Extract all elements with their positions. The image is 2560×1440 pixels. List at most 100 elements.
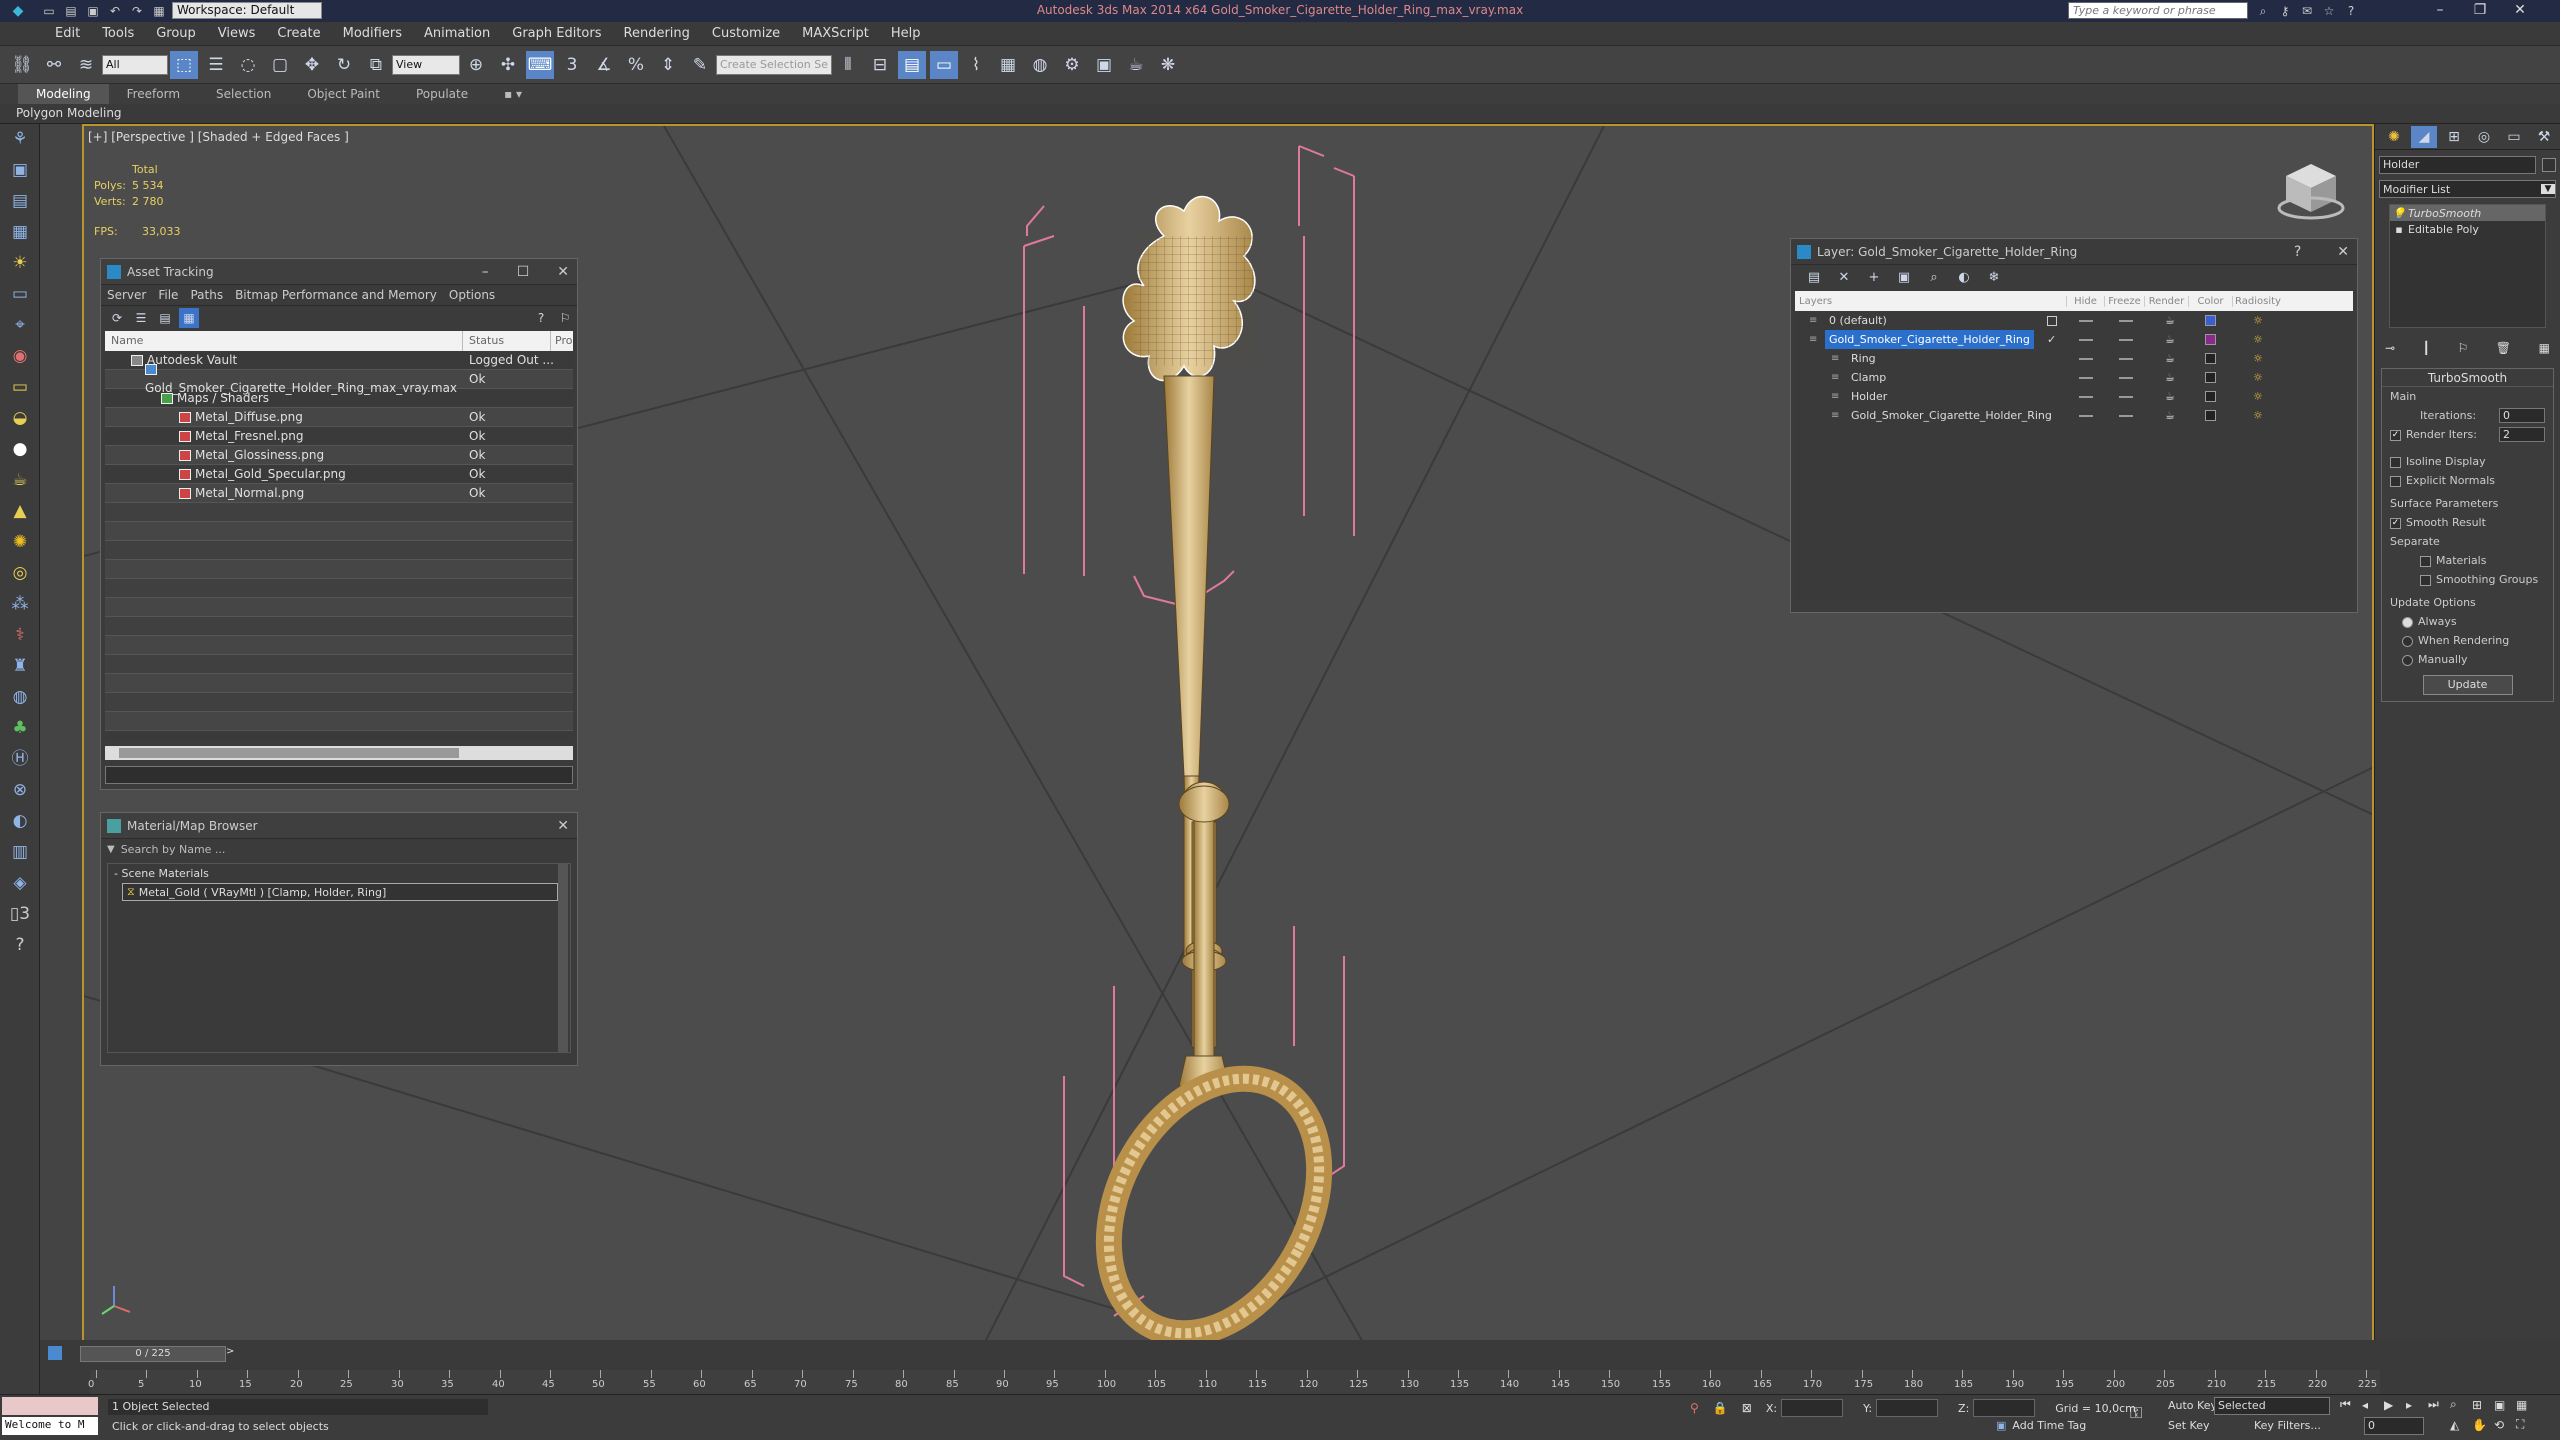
freeze-toggle[interactable]: [2119, 320, 2133, 322]
stack-item-editable-poly[interactable]: ▪ Editable Poly: [2390, 221, 2545, 237]
tab-populate[interactable]: Populate: [398, 84, 486, 104]
create-tab-icon[interactable]: ✺: [2381, 126, 2407, 148]
menu-tools[interactable]: Tools: [91, 22, 145, 46]
material-item[interactable]: ⧖ Metal_Gold ( VRayMtl ) [Clamp, Holder,…: [122, 883, 558, 901]
layer-color-swatch[interactable]: [2205, 391, 2216, 402]
timeline-track[interactable]: 0 5 10 15 20 25 30 35 40 45 50 55 60 65 70 75 80 85 90 95 10…: [88, 1370, 2380, 1394]
modify-tab-icon[interactable]: ◢: [2411, 125, 2437, 148]
maxscript-listener-mini[interactable]: [2, 1397, 98, 1415]
layer-name[interactable]: 0 (default): [1825, 311, 1891, 330]
hide-toggle[interactable]: [2079, 396, 2093, 398]
z-coordinate-field[interactable]: [1973, 1399, 2036, 1417]
binoculars-icon[interactable]: ⌕: [2254, 3, 2272, 19]
render-iterative-icon[interactable]: ❋: [1154, 51, 1182, 79]
absolute-mode-icon[interactable]: ⊠: [1742, 1401, 1752, 1415]
maximize-icon[interactable]: ☐: [517, 259, 530, 285]
camera-icon[interactable]: ▭: [0, 279, 40, 310]
helper-icon[interactable]: ⌖: [0, 310, 40, 341]
polygon-modeling-label[interactable]: Polygon Modeling: [16, 106, 122, 120]
table-row[interactable]: Gold_Smoker_Cigarette_Holder_Ring_max_vr…: [105, 364, 573, 395]
motion-tab-icon[interactable]: ◎: [2471, 126, 2497, 148]
layer-name[interactable]: Gold_Smoker_Cigarette_Holder_Ring: [1847, 406, 2056, 425]
snap-3-icon[interactable]: ▯3: [0, 899, 40, 930]
bone-icon[interactable]: ⚕: [0, 620, 40, 651]
time-slider[interactable]: 0 / 225: [80, 1346, 226, 1362]
set-key-button[interactable]: Set Key: [2168, 1419, 2210, 1432]
stack-item-turbosmooth[interactable]: 💡 TurboSmooth: [2390, 205, 2545, 221]
pivot-icon[interactable]: ⊕: [462, 51, 490, 79]
sphere-icon[interactable]: ●: [0, 434, 40, 465]
rendered-frame-icon[interactable]: ▣: [1090, 51, 1118, 79]
select-manipulate-icon[interactable]: ✣: [494, 51, 522, 79]
play-icon[interactable]: ▶: [2384, 1398, 2406, 1412]
y-coordinate-field[interactable]: [1876, 1399, 1939, 1417]
sun-icon[interactable]: ✺: [0, 527, 40, 558]
viewport-label[interactable]: [+] [Perspective ] [Shaded + Edged Faces…: [88, 130, 349, 144]
biped-icon[interactable]: ♜: [0, 651, 40, 682]
asset-tracking-titlebar[interactable]: Asset Tracking – ☐ ✕: [101, 259, 577, 285]
help-icon[interactable]: ?: [2294, 239, 2301, 265]
box-icon[interactable]: ▭: [0, 372, 40, 403]
prev-frame-icon[interactable]: ◂: [2362, 1398, 2384, 1412]
tab-freeform[interactable]: Freeform: [109, 84, 198, 104]
make-unique-icon[interactable]: ⚐: [2457, 341, 2468, 355]
layer-row[interactable]: ≡ Gold_Smoker_Cigarette_Holder_Ring ☕ ☼: [1795, 406, 2353, 425]
edit-named-sets-icon[interactable]: ✎: [686, 51, 714, 79]
display-tab-icon[interactable]: ▭: [2501, 126, 2527, 148]
column-layers[interactable]: Layers: [1795, 295, 2067, 307]
goto-start-icon[interactable]: ⏮: [2340, 1397, 2362, 1412]
create-layer-icon[interactable]: ▤: [1801, 267, 1827, 289]
x-coordinate-field[interactable]: [1781, 1399, 1844, 1417]
column-hide[interactable]: Hide: [2067, 295, 2105, 307]
layer-name[interactable]: Clamp: [1847, 368, 1890, 387]
isolate-icon[interactable]: ⚲: [1690, 1401, 1699, 1415]
column-radiosity[interactable]: Radiosity: [2233, 296, 2283, 307]
tab-selection[interactable]: Selection: [198, 84, 289, 104]
rollout-title[interactable]: TurboSmooth: [2382, 369, 2553, 387]
help-icon[interactable]: ?: [531, 308, 551, 328]
spinner-snap-icon[interactable]: ⇕: [654, 51, 682, 79]
iterations-spinner[interactable]: 0: [2499, 408, 2545, 423]
pyramid-icon[interactable]: ▲: [0, 496, 40, 527]
pan-icon[interactable]: ✋: [2472, 1418, 2494, 1432]
object-color-swatch[interactable]: [2542, 158, 2556, 172]
menu-customize[interactable]: Customize: [701, 22, 791, 46]
globe-icon[interactable]: ◍: [0, 682, 40, 713]
menu-graph-editors[interactable]: Graph Editors: [501, 22, 612, 46]
hide-toggle[interactable]: [2079, 358, 2093, 360]
layer-name[interactable]: Ring: [1847, 349, 1880, 368]
schematic-view-icon[interactable]: ▦: [994, 51, 1022, 79]
torus-icon[interactable]: ◎: [0, 558, 40, 589]
layer-name[interactable]: Holder: [1847, 387, 1891, 406]
auto-key-button[interactable]: Auto Key: [2168, 1399, 2217, 1412]
column-name[interactable]: Name: [105, 331, 463, 351]
column-color[interactable]: Color: [2189, 295, 2233, 307]
asset-path-field[interactable]: [105, 766, 573, 784]
current-layer-icon[interactable]: [2047, 316, 2057, 326]
cloth-icon[interactable]: ⊗: [0, 775, 40, 806]
column-proxy[interactable]: Pro: [551, 331, 572, 351]
layer-name[interactable]: Gold_Smoker_Cigarette_Holder_Ring: [1825, 330, 2034, 349]
zoom-extents-all-icon[interactable]: ▦: [2516, 1398, 2538, 1412]
when-rendering-radio[interactable]: [2402, 635, 2413, 647]
select-objects-icon[interactable]: ▣: [1891, 267, 1917, 289]
layer-row[interactable]: ≡ 0 (default) ☕ ☼: [1795, 311, 2353, 330]
scrollbar-thumb[interactable]: [119, 748, 459, 758]
manually-radio[interactable]: [2402, 654, 2413, 666]
menu-views[interactable]: Views: [207, 22, 267, 46]
menu-bitmap-performance[interactable]: Bitmap Performance and Memory: [229, 285, 443, 305]
radiosity-icon[interactable]: ☼: [2253, 330, 2263, 349]
layer-manager-icon[interactable]: ▤: [898, 50, 926, 79]
active-layer-check-icon[interactable]: ✓: [2047, 330, 2056, 349]
help-side-icon[interactable]: ?: [0, 930, 40, 961]
show-end-result-icon[interactable]: ┃: [2423, 341, 2430, 355]
configure-sets-icon[interactable]: ▦: [2539, 341, 2550, 355]
help-icon[interactable]: ?: [2342, 3, 2360, 19]
close-icon[interactable]: ✕: [557, 818, 569, 834]
render-teapot-icon[interactable]: ☕: [2165, 387, 2175, 406]
hair-icon[interactable]: Ⓗ: [0, 744, 40, 775]
next-frame-icon[interactable]: ▸: [2406, 1398, 2428, 1412]
align-icon[interactable]: ⊟: [866, 51, 894, 79]
menu-edit[interactable]: Edit: [44, 22, 91, 46]
maximize-icon[interactable]: ❐: [2460, 2, 2500, 18]
